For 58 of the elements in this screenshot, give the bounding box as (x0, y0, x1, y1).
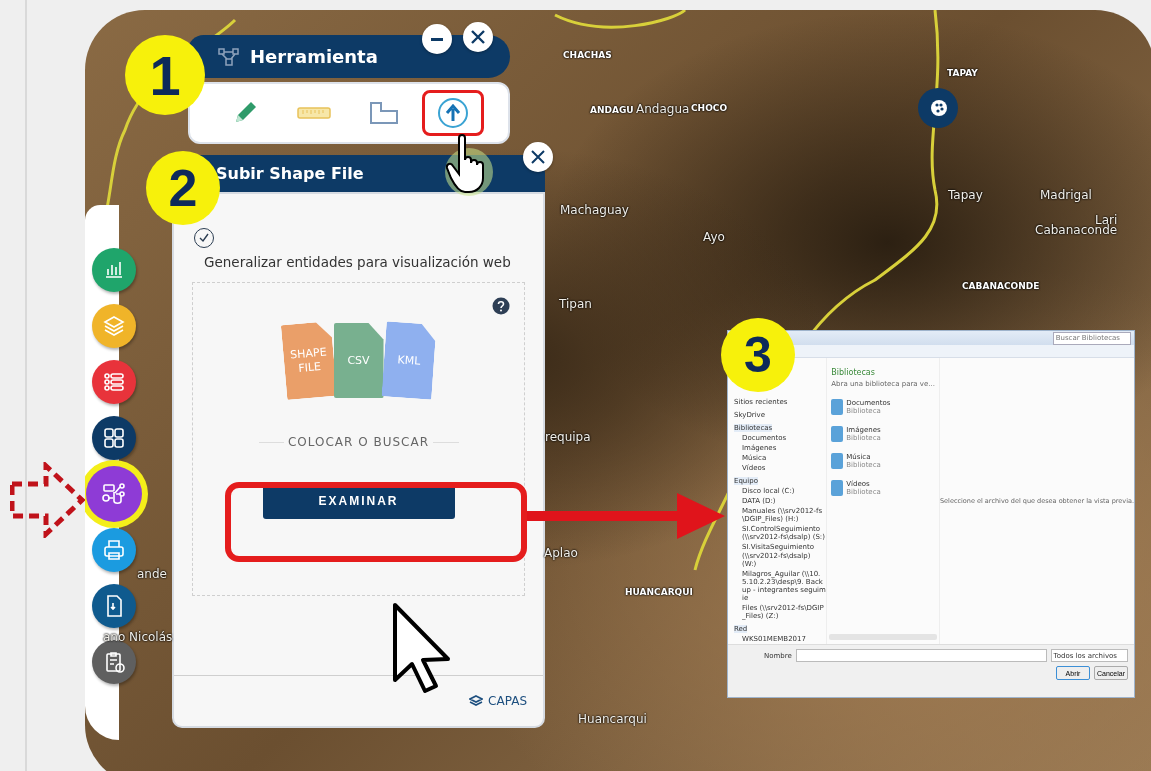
map-label: Tipan (559, 297, 592, 311)
map-label: Ayo (703, 230, 725, 244)
map-label: Machaguay (560, 203, 629, 217)
hand-network-icon (101, 481, 127, 507)
close-button[interactable] (463, 22, 493, 52)
report-button[interactable] (92, 640, 136, 684)
map-label: CABANACONDE (962, 281, 1040, 291)
arrow-icon (527, 491, 727, 541)
checkbox-label: Generalizar entidades para visualización web (204, 254, 511, 270)
map-label: requipa (545, 430, 591, 444)
drop-zone[interactable]: SHAPE FILE CSV KML COLOCAR O BUSCAR EXAMINAR (192, 282, 525, 596)
minimize-icon (431, 37, 443, 41)
help-icon[interactable] (492, 297, 510, 315)
close-icon (530, 149, 546, 165)
map-label: CHOCO (691, 103, 728, 113)
grid-button[interactable] (92, 416, 136, 460)
drop-label: COLOCAR O BUSCAR (283, 435, 434, 449)
filename-field[interactable] (795, 649, 1047, 662)
print-button[interactable] (92, 528, 136, 572)
map-label: CHACHAS (563, 50, 612, 60)
file-button[interactable] (92, 584, 136, 628)
layers-link[interactable]: CAPAS (469, 694, 527, 708)
layers-button[interactable] (92, 304, 136, 348)
file-type-icon: SHAPE FILE (280, 320, 337, 401)
library-icon (831, 426, 844, 442)
check-icon (197, 231, 211, 245)
upload-button[interactable] (422, 90, 485, 136)
minimize-button[interactable] (422, 24, 452, 54)
polygon-icon (367, 100, 400, 126)
map-label: Huancarqui (578, 712, 647, 726)
map-marker-icon[interactable] (918, 88, 958, 128)
map-label: Andagua (636, 102, 690, 116)
tools-icon (218, 47, 240, 66)
map-label: TAPAY (947, 68, 978, 78)
file-type-icon: CSV (333, 323, 384, 398)
step-badge: 1 (125, 35, 205, 115)
close-icon (470, 29, 486, 45)
map-label: Tapay (948, 188, 983, 202)
chart-button[interactable] (92, 248, 136, 292)
library-icon (831, 453, 844, 469)
library-icon (831, 480, 844, 496)
layers-icon (101, 313, 127, 339)
map-label: Madrigal (1040, 188, 1092, 202)
panel-title: Herramienta (250, 46, 378, 67)
close-button[interactable] (523, 142, 553, 172)
upload-icon (436, 96, 471, 130)
library-icon (831, 399, 844, 415)
map-label: ANDAGU (590, 105, 634, 115)
printer-icon (101, 537, 127, 563)
grid-icon (101, 425, 127, 451)
library-title: Bibliotecas (831, 368, 875, 377)
file-type-icon: KML (380, 321, 437, 400)
layers-icon (469, 694, 484, 708)
ruler-icon (297, 105, 332, 121)
map-label: HUANCARQUI (625, 587, 693, 597)
map-label: ande (137, 567, 167, 581)
dashed-arrow-icon (10, 462, 86, 538)
step-badge: 3 (721, 318, 795, 392)
